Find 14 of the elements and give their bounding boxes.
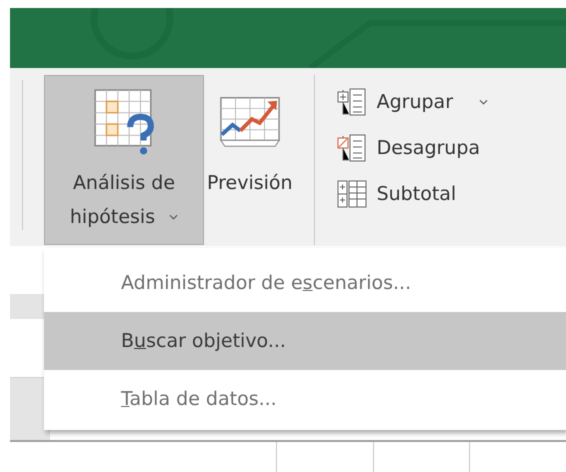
menu-item[interactable]: Buscar objetivo... [44,312,566,370]
group-icon [336,87,367,117]
ribbon-command[interactable]: Subtotal [336,173,488,215]
caret-icon [169,214,178,220]
ribbon-button[interactable]: Análisis de hipótesis [44,75,204,245]
ribbon-button[interactable]: Previsión [204,75,296,245]
ribbon-command[interactable]: Agrupar [336,81,488,123]
caret-icon [479,99,488,105]
grid-question-icon [93,88,155,156]
ribbon-command[interactable]: Desagrupa [336,127,488,169]
subtotal-icon [336,179,367,209]
menu-item[interactable]: Tabla de datos... [44,370,566,428]
menu-item[interactable]: Administrador de escenarios... [44,254,566,312]
ungroup-icon [336,133,367,163]
